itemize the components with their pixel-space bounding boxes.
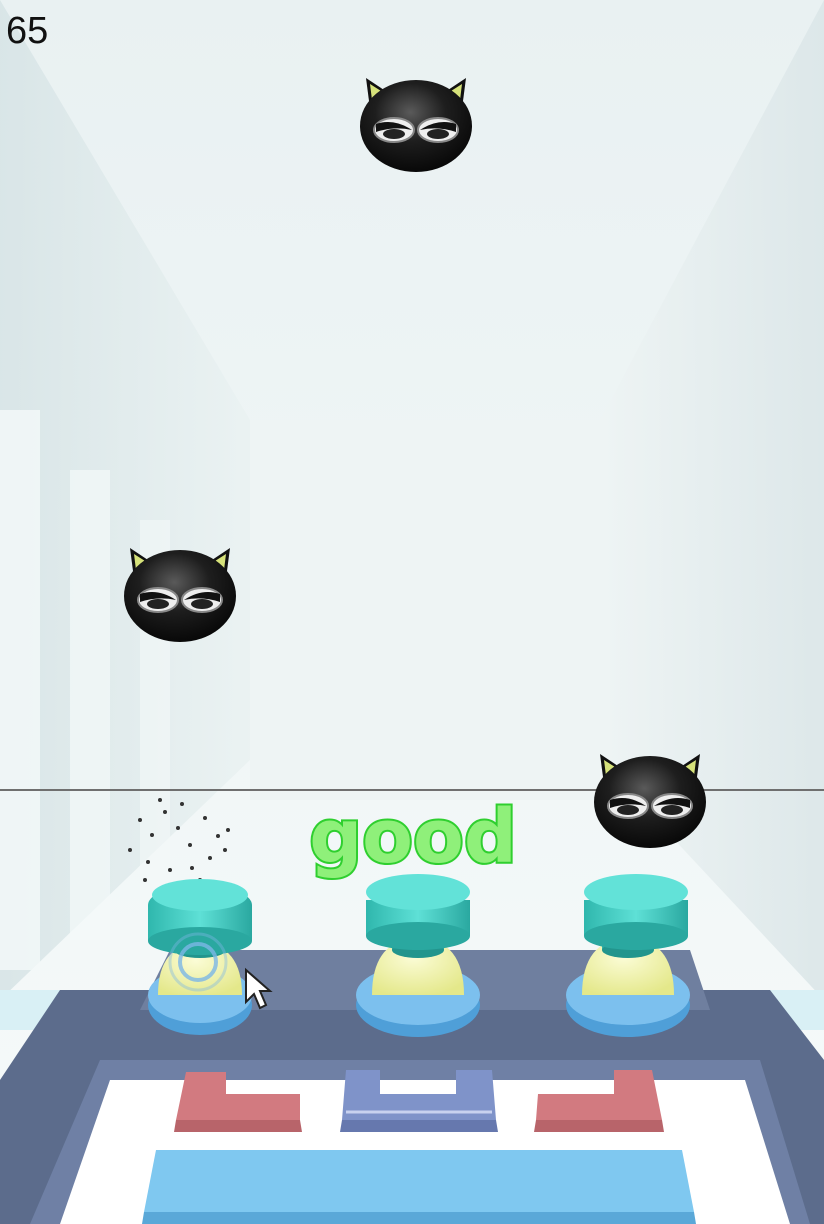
game-scene: good	[0, 0, 824, 1224]
judgement-text: good	[309, 794, 517, 880]
black-cat-head-icon	[359, 77, 473, 173]
score-counter: 65	[6, 10, 49, 52]
back-wall	[250, 420, 600, 800]
space-bar[interactable]	[142, 1150, 696, 1224]
black-cat-head-icon	[593, 753, 707, 849]
black-cat-head-icon	[123, 547, 237, 643]
